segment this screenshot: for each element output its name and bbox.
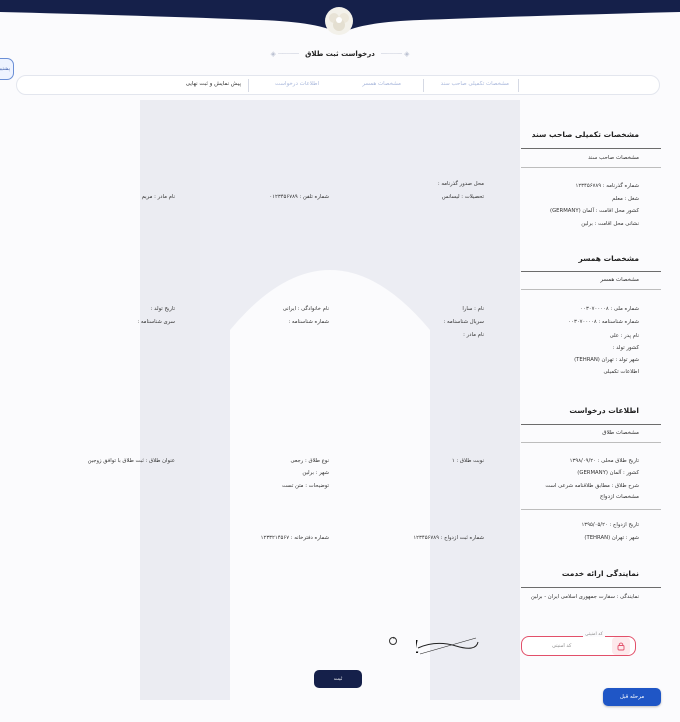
service-agency: نمایندگی : سفارت جمهوری اسلامی ایران - ب… [530, 594, 639, 600]
marriage-registration-number: شماره ثبت ازدواج : ۱۲۳۴۵۶۷۸۹ [413, 535, 484, 541]
education: تحصیلات : لیسانس [441, 194, 484, 200]
submit-button[interactable]: ثبت [314, 670, 362, 688]
support-side-tab[interactable]: پشتیبانی [0, 58, 14, 80]
divorce-notes: توضیحات : متن تست [281, 483, 329, 489]
spouse-mother-name: نام مادر : [463, 332, 484, 338]
passport-issue-place: محل صدور گذرنامه : [437, 181, 484, 187]
section-divider [521, 424, 661, 425]
divorce-turn: نوبت طلاق : ۱ [451, 458, 484, 464]
subsection-divider [521, 442, 661, 443]
job: شغل : معلم [612, 196, 639, 202]
subsection-divider [521, 289, 661, 290]
service-section-title: نمایندگی ارائه خدمت [561, 569, 639, 578]
subsection-divider [521, 167, 661, 168]
spouse-birth-city: شهر تولد : تهران (TEHRAN) [574, 357, 639, 363]
section-divider [521, 587, 661, 588]
spouse-national-id: شماره ملی : ۰۰۳۰۷۰۰۰۰۸ [580, 306, 639, 312]
spouse-id-series: سری شناسنامه : [137, 319, 175, 325]
spouse-id-number-2: شماره شناسنامه : [288, 319, 329, 325]
divorce-title: عنوان طلاق : ثبت طلاق با توافق زوجین [87, 458, 175, 464]
refresh-captcha-icon[interactable] [388, 636, 398, 646]
spouse-subtitle: مشخصات همسر [600, 277, 639, 283]
divorce-type: نوع طلاق : رجعی [290, 458, 330, 464]
spouse-birth-date: تاریخ تولد : [150, 306, 175, 312]
residence-country: کشور محل اقامت : آلمان (GERMANY) [550, 208, 639, 214]
spouse-section-title: مشخصات همسر [578, 254, 639, 263]
ornament-icon: ◈ ┈┈┈┈┈ [380, 50, 410, 58]
divorce-description: شرح طلاق : مطابق طلاقنامه شرعی است [545, 483, 639, 489]
background-arch-illustration [140, 100, 520, 700]
divorce-city: شهر : برلین [302, 470, 329, 476]
step-preview-submit[interactable]: پیش نمایش و ثبت نهایی [186, 81, 241, 87]
request-section-title: اطلاعات درخواست [569, 406, 639, 415]
captcha-text: 8981 [416, 637, 420, 658]
spouse-father-name: نام پدر : علی [609, 333, 639, 339]
spouse-id-number: شماره شناسنامه : ۰۰۳۰۷۰۰۰۰۸ [568, 319, 639, 325]
ornament-icon: ┈┈┈┈┈ ◈ [270, 50, 300, 58]
spouse-last-name: نام خانوادگی : ایرانی [282, 306, 329, 312]
step-request-info[interactable]: اطلاعات درخواست [275, 81, 319, 87]
step-spouse-details[interactable]: مشخصات همسر [362, 81, 401, 87]
divorce-subtitle: مشخصات طلاق [602, 430, 639, 436]
step-divider [423, 79, 424, 92]
flower-logo [316, 4, 362, 38]
section-divider [521, 271, 661, 272]
spouse-id-serial: سریال شناسنامه : [443, 319, 484, 325]
previous-step-button[interactable]: مرحله قبل [603, 688, 661, 706]
page-title-row: ◈ ┈┈┈┈┈ درخواست ثبت طلاق ┈┈┈┈┈ ◈ [0, 46, 680, 62]
captcha-placeholder: کد امنیتی [552, 643, 572, 649]
section-divider [521, 148, 661, 149]
step-divider [248, 79, 249, 92]
passport-number: شماره گذرنامه : ۱۲۳۴۵۶۷۸۹ [575, 183, 639, 189]
office-number: شماره دفترخانه : ۱۲۳۳۲۱۴۵۶۷ [260, 535, 329, 541]
local-divorce-date: تاریخ طلاق محلی : ۱۳۹۸/۰۹/۲۰ [569, 458, 639, 464]
captcha-label: کد امنیتی [583, 632, 605, 637]
spouse-first-name: نام : سارا [462, 306, 484, 312]
flower-icon [325, 7, 353, 35]
phone-number: شماره تلفن : ۰۱۲۳۴۵۶۷۸۹ [269, 194, 329, 200]
step-progress-bar: مشخصات تکمیلی صاحب سند مشخصات همسر اطلاع… [16, 75, 660, 95]
page-title: درخواست ثبت طلاق [305, 50, 375, 58]
spouse-birth-country: کشور تولد : [612, 345, 639, 351]
lock-icon-box [612, 637, 630, 655]
captcha-image: 8981 [416, 637, 479, 658]
marriage-subtitle: مشخصات ازدواج [599, 494, 639, 500]
owner-subtitle: مشخصات صاحب سند [588, 155, 639, 161]
subsection-divider [521, 509, 661, 510]
marriage-city: شهر : تهران (TEHRAN) [584, 535, 639, 541]
residence-address: نشانی محل اقامت : برلین [581, 221, 639, 227]
lock-icon [617, 642, 625, 651]
step-divider [518, 79, 519, 92]
owner-section-title: مشخصات تکمیلی صاحب سند [531, 130, 639, 139]
spouse-extra-info: اطلاعات تکمیلی [603, 369, 639, 375]
step-owner-details[interactable]: مشخصات تکمیلی صاحب سند [441, 81, 509, 87]
owner-mother-name: نام مادر : مریم [141, 194, 175, 200]
divorce-country: کشور : آلمان (GERMANY) [577, 470, 639, 476]
marriage-date: تاریخ ازدواج : ۱۳۹۵/۰۵/۲۰ [581, 522, 639, 528]
